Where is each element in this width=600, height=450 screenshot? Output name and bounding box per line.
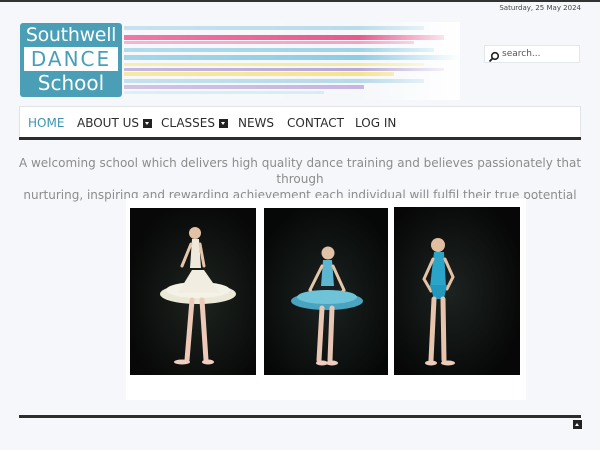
nav-item-log-in[interactable]: LOG IN — [355, 116, 396, 130]
nav-item-about-us[interactable]: ABOUT US — [77, 116, 153, 130]
photo-dancer-blue-leotard[interactable] — [394, 207, 520, 375]
nav-label-news: NEWS — [238, 116, 275, 130]
logo-line-1: Southwell — [25, 24, 117, 46]
nav-label-contact: CONTACT — [287, 116, 344, 130]
search-box[interactable] — [484, 45, 580, 63]
nav-item-classes[interactable]: CLASSES — [161, 116, 228, 130]
logo-line-3: School — [37, 71, 105, 95]
school-tagline: A welcoming school which delivers high q… — [10, 155, 590, 203]
photo-dancer-blue-tutu[interactable] — [264, 208, 388, 375]
top-border — [0, 0, 600, 2]
main-navigation: HOME ABOUT US CLASSES NEWS CONTACT LOG I… — [19, 106, 581, 137]
arrow-up-icon[interactable] — [573, 420, 582, 429]
chevron-down-icon — [143, 118, 153, 128]
nav-label-about-us: ABOUT US — [77, 116, 140, 130]
search-input[interactable] — [500, 47, 578, 61]
photo-gallery — [126, 198, 526, 400]
logo-line-2: DANCE — [24, 47, 118, 71]
nav-item-contact[interactable]: CONTACT — [287, 116, 344, 130]
site-logo[interactable]: Southwell DANCE School — [20, 23, 122, 97]
nav-label-log-in: LOG IN — [355, 116, 397, 130]
footer-divider — [19, 415, 581, 418]
tagline-line-1: A welcoming school which delivers high q… — [18, 156, 582, 186]
nav-underline — [19, 137, 581, 140]
current-date: Saturday, 25 May 2024 — [499, 4, 581, 12]
search-icon[interactable] — [488, 48, 500, 63]
header-color-streaks — [124, 22, 460, 100]
chevron-down-icon — [218, 118, 228, 128]
photo-dancer-white-tutu[interactable] — [130, 208, 256, 375]
dancer-blue-leotard-image — [394, 207, 520, 375]
dancer-blue-tutu-image — [264, 208, 388, 375]
nav-item-news[interactable]: NEWS — [238, 116, 274, 130]
nav-item-home[interactable]: HOME — [28, 116, 64, 130]
nav-label-classes: CLASSES — [161, 116, 215, 130]
dancer-white-tutu-image — [130, 208, 256, 375]
nav-label-home: HOME — [28, 116, 65, 130]
